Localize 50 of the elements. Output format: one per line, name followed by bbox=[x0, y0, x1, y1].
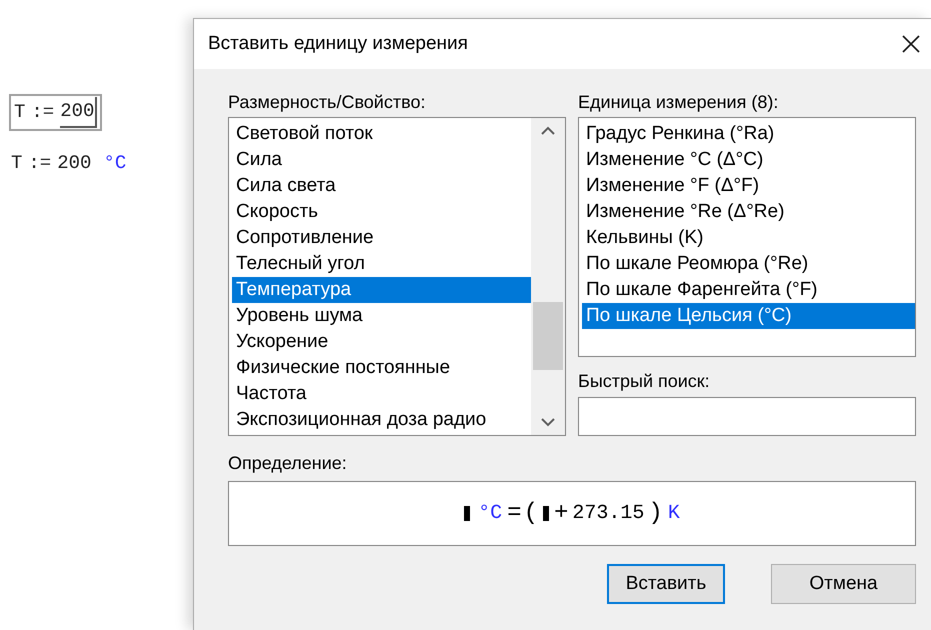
dialog-button[interactable]: Отмена bbox=[771, 564, 916, 604]
math-input-region[interactable]: T := 200 bbox=[9, 94, 102, 130]
variable-name: T bbox=[14, 100, 26, 125]
placeholder-icon bbox=[542, 506, 549, 521]
operator: := bbox=[31, 100, 54, 125]
list-item[interactable]: Сила света bbox=[232, 173, 531, 199]
list-item[interactable]: Световой поток bbox=[232, 121, 531, 147]
search-field[interactable] bbox=[578, 397, 916, 436]
value-text[interactable]: 200 bbox=[60, 97, 98, 128]
unit-text: °C bbox=[103, 150, 126, 176]
unit-text: °C bbox=[478, 500, 502, 526]
list-item[interactable]: Сопротивление bbox=[232, 225, 531, 251]
number-text: 273.15 bbox=[572, 500, 644, 526]
value-text: 200 bbox=[57, 150, 92, 176]
list-item[interactable]: Уровень шума bbox=[232, 303, 531, 329]
list-item[interactable]: Сила bbox=[232, 147, 531, 173]
list-item[interactable]: Кельвины (K) bbox=[582, 225, 915, 251]
scrollbar[interactable] bbox=[531, 118, 565, 435]
list-item[interactable]: Физические постоянные bbox=[232, 355, 531, 381]
scroll-thumb[interactable] bbox=[533, 302, 563, 370]
variable-name: T bbox=[11, 150, 22, 176]
unit-text: K bbox=[668, 500, 680, 526]
placeholder-icon bbox=[464, 506, 470, 521]
list-item[interactable]: По шкале Реомюра (°Re) bbox=[582, 251, 915, 277]
field-label: Быстрый поиск: bbox=[578, 370, 711, 393]
list-item[interactable]: Изменение °Re (Δ°Re) bbox=[582, 199, 915, 225]
field-label: Размерность/Свойство: bbox=[228, 91, 426, 114]
list-item[interactable]: По шкале Фаренгейта (°F) bbox=[582, 277, 915, 303]
list-item[interactable]: По шкале Цельсия (°C) bbox=[582, 303, 915, 329]
operator: ( bbox=[524, 498, 538, 528]
operator: + bbox=[554, 498, 568, 528]
scroll-down-icon[interactable] bbox=[540, 417, 556, 427]
window-title: Вставить единицу измерения bbox=[208, 32, 468, 56]
close-icon[interactable] bbox=[901, 34, 921, 54]
list-item[interactable]: Изменение °C (Δ°C) bbox=[582, 147, 915, 173]
list-item[interactable]: Экспозиционная доза радио bbox=[232, 407, 531, 433]
list-item[interactable]: Температура bbox=[232, 277, 531, 303]
scroll-up-icon[interactable] bbox=[540, 126, 556, 136]
list-item[interactable]: Градус Ренкина (°Ra) bbox=[582, 121, 915, 147]
list-item[interactable]: Ускорение bbox=[232, 329, 531, 355]
list-item[interactable]: Телесный угол bbox=[232, 251, 531, 277]
list-item[interactable]: Частота bbox=[232, 381, 531, 407]
operator: := bbox=[28, 150, 52, 176]
operator: ) bbox=[648, 498, 663, 528]
operator: = bbox=[507, 498, 522, 528]
field-label: Единица измерения (8): bbox=[578, 91, 780, 114]
field-label: Определение: bbox=[228, 452, 348, 475]
list-item[interactable]: Скорость bbox=[232, 199, 531, 225]
list-item[interactable]: Изменение °F (Δ°F) bbox=[582, 173, 915, 199]
dialog-button[interactable]: Вставить bbox=[607, 564, 725, 604]
